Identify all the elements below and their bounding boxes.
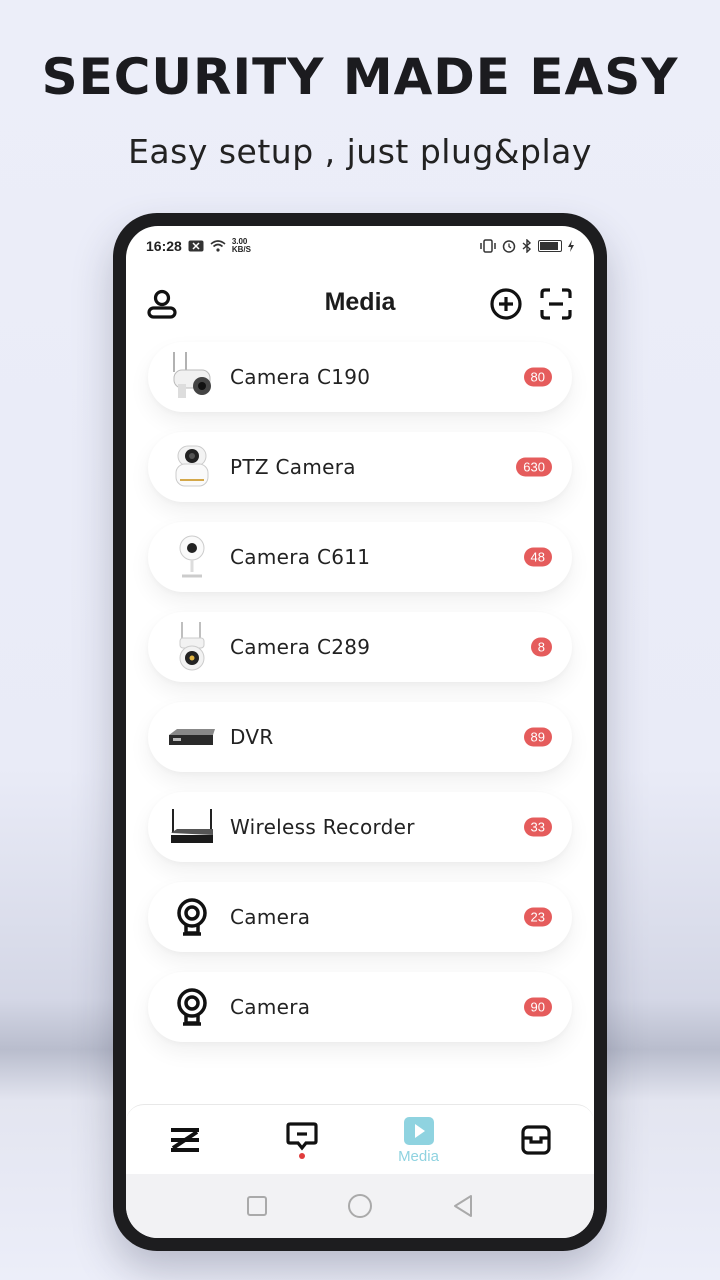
device-list: Camera C190 80 PTZ Camera 630 Camera C61… [148, 342, 572, 1062]
system-nav-bar [126, 1174, 594, 1238]
device-card[interactable]: Wireless Recorder 33 [148, 792, 572, 862]
count-badge: 80 [523, 367, 552, 387]
dome-camera-icon [166, 619, 218, 675]
vibrate-icon [480, 239, 496, 253]
scan-icon[interactable] [536, 284, 576, 324]
device-name: Camera [230, 905, 311, 929]
nvr-icon [166, 799, 218, 855]
count-badge: 90 [523, 997, 552, 1017]
add-circle-icon[interactable] [486, 284, 526, 324]
back-icon[interactable] [452, 1194, 474, 1218]
count-badge: 33 [523, 817, 552, 837]
device-name: PTZ Camera [230, 455, 356, 479]
bullet-camera-icon [166, 349, 218, 405]
device-card[interactable]: Camera C611 48 [148, 522, 572, 592]
device-icon [520, 1125, 551, 1155]
device-name: DVR [230, 725, 274, 749]
count-badge: 8 [530, 637, 552, 657]
tab-home[interactable] [126, 1105, 243, 1175]
battery-icon [538, 240, 562, 252]
webcam-icon [166, 979, 218, 1035]
count-badge: 23 [523, 907, 552, 927]
device-card[interactable]: Camera C289 8 [148, 612, 572, 682]
device-name: Camera [230, 995, 311, 1019]
net-speed-unit: KB/S [231, 245, 251, 254]
device-name: Camera C611 [230, 545, 371, 569]
dvr-icon [166, 709, 218, 765]
device-name: Wireless Recorder [230, 815, 415, 839]
home-icon[interactable] [347, 1193, 373, 1219]
device-card[interactable]: Camera C190 80 [148, 342, 572, 412]
wifi-icon [210, 240, 226, 252]
device-card[interactable]: Camera 90 [148, 972, 572, 1042]
count-badge: 89 [523, 727, 552, 747]
z-logo-icon [170, 1128, 199, 1152]
count-badge: 630 [516, 457, 552, 477]
recents-icon[interactable] [246, 1195, 268, 1217]
app-screen: 16:28 3.00 KB/S Media Camera C190 80 PTZ… [126, 226, 594, 1238]
phone-frame: 16:28 3.00 KB/S Media Camera C190 80 PTZ… [113, 213, 607, 1251]
status-bar: 16:28 3.00 KB/S [126, 226, 594, 266]
app-bar: Media [126, 272, 594, 332]
webcam-icon [166, 889, 218, 945]
bottom-tab-bar: Media [126, 1104, 594, 1174]
unread-dot [298, 1153, 305, 1159]
play-icon [403, 1116, 434, 1145]
device-card[interactable]: PTZ Camera 630 [148, 432, 572, 502]
message-icon [285, 1122, 318, 1151]
charging-icon [568, 240, 574, 252]
promo-headline: SECURITY MADE EASY [41, 48, 679, 106]
device-card[interactable]: Camera 23 [148, 882, 572, 952]
mini-camera-icon [166, 529, 218, 585]
device-card[interactable]: DVR 89 [148, 702, 572, 772]
bluetooth-icon [522, 239, 532, 253]
tab-messages[interactable] [243, 1105, 360, 1175]
device-name: Camera C289 [230, 635, 371, 659]
tab-devices[interactable] [477, 1105, 594, 1175]
status-time: 16:28 [146, 238, 182, 254]
promo-subline: Easy setup , just plug&play [128, 132, 592, 171]
net-speed: 3.00 KB/S [232, 238, 251, 254]
ptz-camera-icon [166, 439, 218, 495]
tab-media-label: Media [398, 1147, 439, 1165]
notification-icon [188, 240, 204, 252]
alarm-icon [502, 240, 516, 253]
count-badge: 48 [523, 547, 552, 567]
tab-media[interactable]: Media [360, 1105, 477, 1175]
device-name: Camera C190 [230, 365, 371, 389]
